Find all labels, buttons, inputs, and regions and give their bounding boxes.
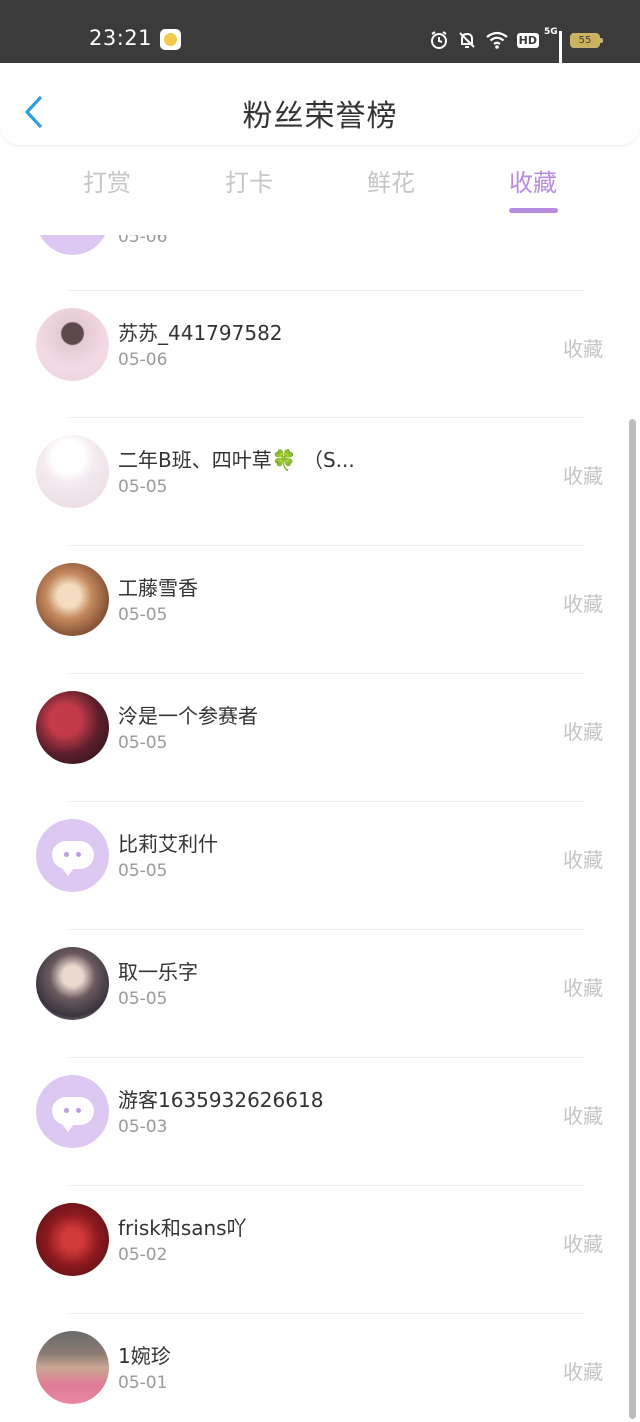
tab-reward[interactable]: 打赏 [47,163,167,198]
signal-icon: 5G [544,27,562,79]
status-icons: HD 5G 55 [429,27,603,79]
user-name: 二年B班、四叶草🍀 （S... [118,448,355,472]
list-item-date: 05-06 [118,235,168,247]
list-item-date: 05-06 [118,350,168,370]
list-item[interactable]: 苏苏_441797582 05-06 收藏 [0,290,630,417]
user-name: 泠是一个参赛者 [118,704,258,728]
default-avatar-icon[interactable] [36,819,109,892]
list-item-date: 05-05 [118,733,168,753]
list-item[interactable]: frisk和sans吖 05-02 收藏 [0,1185,630,1312]
scrollbar[interactable] [629,419,636,1419]
favorite-label: 收藏 [563,337,603,361]
user-name: 游客1635932626618 [118,1088,324,1112]
page-title: 粉丝荣誉榜 [242,99,398,134]
list-item-date: 05-05 [118,605,168,625]
list-item-date: 05-03 [118,1117,168,1137]
user-name: 取一乐字 [118,960,198,984]
list-item-date: 05-05 [118,861,168,881]
app-header: 粉丝荣誉榜 [0,63,640,145]
battery-icon: 55 [570,32,603,48]
list-item[interactable]: 比莉艾利什 05-05 收藏 [0,801,630,928]
default-avatar-icon[interactable] [36,1075,109,1148]
status-bar: 23:21 HD 5G 55 [0,0,640,79]
wifi-icon [485,31,508,49]
favorite-label: 收藏 [563,1360,603,1384]
user-name: frisk和sans吖 [118,1216,247,1240]
tab-favorites[interactable]: 收藏 [473,163,593,198]
user-avatar[interactable] [36,1331,109,1404]
list-item[interactable]: 1婉珍 05-01 收藏 [0,1313,630,1422]
user-avatar[interactable] [36,1203,109,1276]
user-avatar[interactable] [36,691,109,764]
avatar-default [36,235,109,255]
list-item-date: 05-05 [118,989,168,1009]
list-item-date: 05-05 [118,477,168,497]
favorite-label: 收藏 [563,1104,603,1128]
favorite-label: 收藏 [563,976,603,1000]
user-avatar[interactable] [36,435,109,508]
list-item[interactable]: 游客1635932626618 05-03 收藏 [0,1057,630,1184]
favorite-label: 收藏 [563,592,603,616]
active-tab-indicator [509,208,558,213]
user-name: 苏苏_441797582 [118,321,283,345]
user-avatar[interactable] [36,947,109,1020]
user-name: 工藤雪香 [118,576,198,600]
user-avatar[interactable] [36,563,109,636]
list-item-date: 05-02 [118,1245,168,1265]
network-type: 5G [544,27,558,37]
tab-flowers[interactable]: 鲜花 [331,163,451,198]
alarm-icon [430,31,447,49]
user-name: 1婉珍 [118,1344,171,1368]
hd-badge: HD [516,32,539,48]
list-item[interactable]: 二年B班、四叶草🍀 （S... 05-05 收藏 [0,417,630,544]
user-avatar[interactable] [36,308,109,381]
list-item[interactable]: 泠是一个参赛者 05-05 收藏 [0,673,630,800]
mute-bell-icon [458,32,475,48]
list-item-date: 05-01 [118,1373,168,1393]
favorite-label: 收藏 [563,464,603,488]
list-item[interactable]: 工藤雪香 05-05 收藏 [0,545,630,672]
status-time: 23:21 [89,26,153,50]
tab-bar: 打赏 打卡 鲜花 收藏 [0,145,640,235]
favorite-label: 收藏 [563,848,603,872]
fan-list[interactable]: 05-06 苏苏_441797582 05-06 收藏 二年B班、四叶草🍀 （S… [0,235,640,1422]
notification-app-icon [160,29,181,50]
favorite-label: 收藏 [563,720,603,744]
list-item[interactable]: 取一乐字 05-05 收藏 [0,929,630,1056]
favorite-label: 收藏 [563,1232,603,1256]
tab-checkin[interactable]: 打卡 [189,163,309,198]
user-name: 比莉艾利什 [118,832,218,856]
